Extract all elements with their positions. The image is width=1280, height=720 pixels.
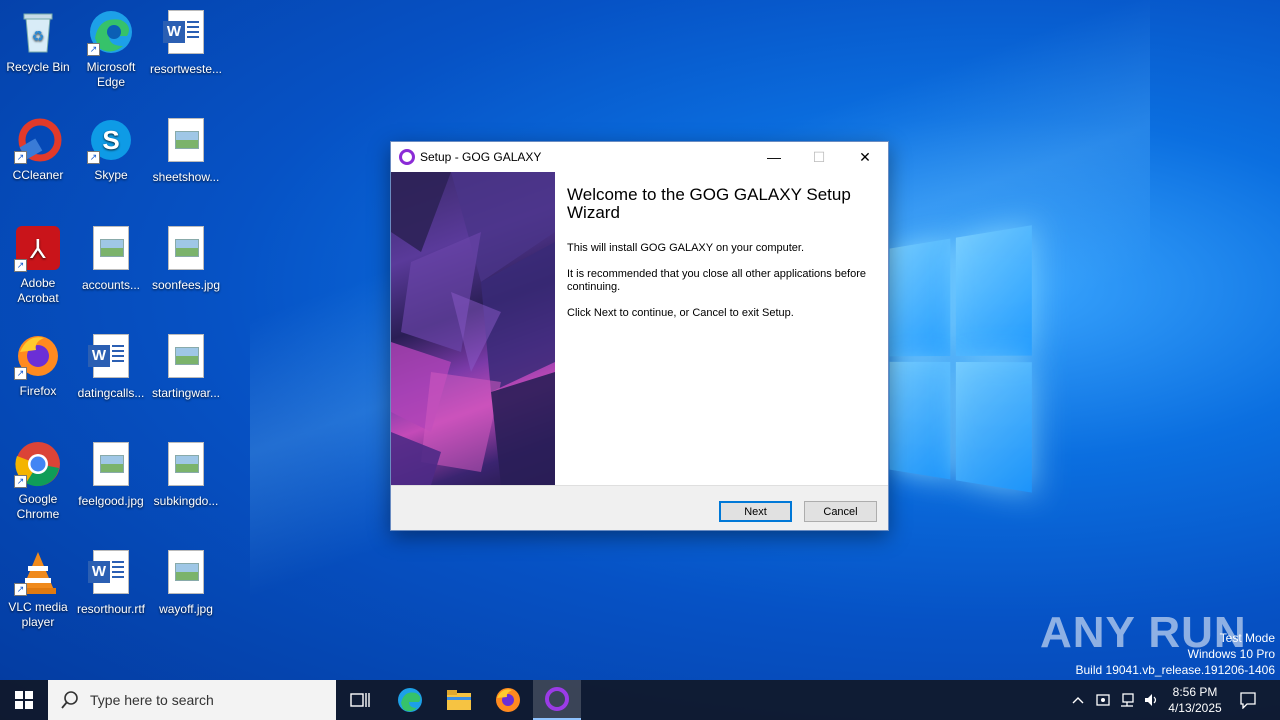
- taskbar: Type here to search 8:56 PM 4/13/2025: [0, 680, 1280, 720]
- next-button[interactable]: Next: [719, 501, 792, 522]
- image-file-icon: [87, 442, 135, 490]
- taskbar-gog-galaxy[interactable]: [533, 680, 581, 720]
- shortcut-arrow-icon: ↗: [14, 151, 27, 164]
- desktop-icon-resorthour[interactable]: W resorthour.rtf: [73, 548, 149, 617]
- desktop-icon-subkingdo[interactable]: subkingdo...: [148, 440, 224, 509]
- shortcut-arrow-icon: ↗: [14, 367, 27, 380]
- network-icon: [1121, 693, 1134, 707]
- word-doc-icon: W: [87, 550, 135, 598]
- show-hidden-icons-button[interactable]: [1068, 680, 1088, 720]
- skype-icon: S ↗: [87, 116, 135, 164]
- vlc-icon: ↗: [14, 548, 62, 596]
- volume-button[interactable]: [1140, 680, 1162, 720]
- gog-galaxy-icon: [399, 149, 415, 165]
- desktop-icon-vlc[interactable]: ↗ VLC media player: [0, 548, 76, 630]
- desktop-icon-firefox[interactable]: ↗ Firefox: [0, 332, 76, 399]
- image-file-icon: [162, 550, 210, 598]
- action-center-button[interactable]: [1232, 680, 1264, 720]
- desktop-icon-sheetshow[interactable]: sheetshow...: [148, 116, 224, 185]
- desktop-icon-accounts[interactable]: accounts...: [73, 224, 149, 293]
- tray-device-icon: [1096, 694, 1110, 706]
- desktop-icon-google-chrome[interactable]: ↗ Google Chrome: [0, 440, 76, 522]
- edge-icon: [398, 688, 422, 712]
- close-button[interactable]: ✕: [842, 142, 888, 172]
- desktop-icon-feelgood[interactable]: feelgood.jpg: [73, 440, 149, 509]
- shortcut-arrow-icon: ↗: [14, 583, 27, 596]
- wizard-heading: Welcome to the GOG GALAXY Setup Wizard: [567, 185, 851, 222]
- window-title: Setup - GOG GALAXY: [420, 150, 542, 164]
- recycle-bin-icon: ♻: [14, 8, 62, 56]
- ccleaner-icon: ↗: [14, 116, 62, 164]
- chrome-icon: ↗: [14, 440, 62, 488]
- word-doc-icon: W: [87, 334, 135, 382]
- task-view-button[interactable]: [336, 680, 384, 720]
- clock-time: 8:56 PM: [1172, 685, 1218, 699]
- maximize-button: ☐: [812, 148, 826, 165]
- image-file-icon: [162, 334, 210, 382]
- desktop-icon-soonfees[interactable]: soonfees.jpg: [148, 224, 224, 293]
- clock-button[interactable]: 8:56 PM 4/13/2025: [1164, 680, 1226, 720]
- image-file-icon: [162, 226, 210, 274]
- wallpaper-windows-logo: [889, 225, 1032, 495]
- shortcut-arrow-icon: ↗: [14, 259, 27, 272]
- cancel-button[interactable]: Cancel: [804, 501, 877, 522]
- wizard-paragraph-3: Click Next to continue, or Cancel to exi…: [567, 307, 794, 319]
- image-file-icon: [162, 118, 210, 166]
- desktop-icon-adobe-acrobat[interactable]: ⅄ ↗ Adobe Acrobat: [0, 224, 76, 306]
- windows-start-icon: [15, 691, 33, 709]
- desktop-icon-startingwar[interactable]: startingwar...: [148, 332, 224, 401]
- taskbar-firefox[interactable]: [484, 680, 532, 720]
- search-placeholder: Type here to search: [90, 692, 214, 708]
- shortcut-arrow-icon: ↗: [87, 151, 100, 164]
- desktop-icon-wayoff[interactable]: wayoff.jpg: [148, 548, 224, 617]
- acrobat-icon: ⅄ ↗: [14, 224, 62, 272]
- image-file-icon: [162, 442, 210, 490]
- search-icon: [61, 691, 78, 709]
- test-mode-watermark: Test Mode Windows 10 Pro Build 19041.vb_…: [1075, 631, 1276, 677]
- taskbar-file-explorer[interactable]: [435, 680, 483, 720]
- notification-icon: [1240, 692, 1256, 709]
- folder-icon: [447, 690, 471, 710]
- taskbar-search-box[interactable]: Type here to search: [48, 680, 336, 720]
- setup-window[interactable]: Setup - GOG GALAXY — ☐ ✕ Welcome to the …: [390, 141, 889, 531]
- wizard-content: Welcome to the GOG GALAXY Setup Wizard T…: [391, 172, 888, 485]
- svg-text:⅄: ⅄: [29, 235, 46, 265]
- wizard-paragraph-2: It is recommended that you close all oth…: [567, 268, 866, 293]
- desktop-icon-datingcalls[interactable]: W datingcalls...: [73, 332, 149, 401]
- clock-date: 4/13/2025: [1168, 701, 1222, 715]
- svg-text:S: S: [102, 125, 119, 155]
- start-button[interactable]: [0, 680, 48, 720]
- speaker-icon: [1145, 694, 1157, 706]
- wizard-paragraph-1: This will install GOG GALAXY on your com…: [567, 242, 804, 254]
- desktop-icon-ccleaner[interactable]: ↗ CCleaner: [0, 116, 76, 183]
- firefox-icon: [496, 688, 520, 712]
- taskbar-edge[interactable]: [386, 680, 434, 720]
- image-file-icon: [87, 226, 135, 274]
- word-doc-icon: W: [162, 10, 210, 58]
- task-view-icon: [350, 693, 370, 707]
- desktop-icon-recycle-bin[interactable]: ♻ Recycle Bin: [0, 8, 76, 75]
- desktop-icon-skype[interactable]: S ↗ Skype: [73, 116, 149, 183]
- svg-text:♻: ♻: [32, 28, 45, 44]
- desktop-icon-resortweste[interactable]: W resortweste...: [148, 8, 224, 77]
- minimize-button[interactable]: —: [751, 142, 797, 172]
- wizard-footer: Next Cancel: [391, 485, 888, 530]
- wizard-banner-image: [391, 172, 555, 485]
- firefox-icon: ↗: [14, 332, 62, 380]
- chevron-up-icon: [1072, 697, 1084, 704]
- desktop-icon-microsoft-edge[interactable]: ↗ Microsoft Edge: [73, 8, 149, 90]
- shortcut-arrow-icon: ↗: [87, 43, 100, 56]
- shortcut-arrow-icon: ↗: [14, 475, 27, 488]
- tray-app-button[interactable]: [1092, 680, 1114, 720]
- network-button[interactable]: [1116, 680, 1138, 720]
- edge-icon: ↗: [87, 8, 135, 56]
- gog-galaxy-icon: [545, 687, 569, 711]
- window-titlebar[interactable]: Setup - GOG GALAXY — ☐ ✕: [391, 142, 888, 172]
